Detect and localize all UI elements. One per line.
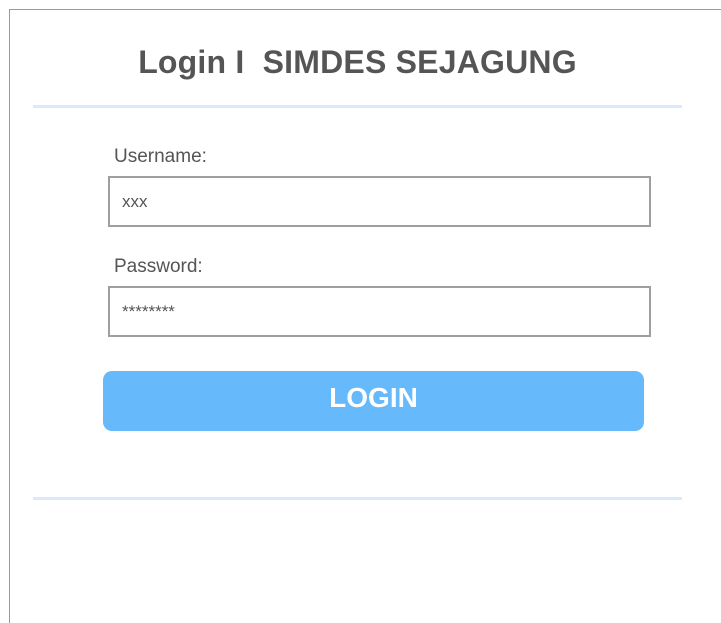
password-input[interactable] xyxy=(108,286,651,337)
username-label: Username: xyxy=(114,146,207,167)
top-divider xyxy=(33,105,682,108)
bottom-divider xyxy=(33,497,682,500)
login-button[interactable]: LOGIN xyxy=(103,371,644,431)
page-title: Login I SIMDES SEJAGUNG xyxy=(138,44,577,80)
username-input[interactable] xyxy=(108,176,651,227)
password-label: Password: xyxy=(114,256,203,277)
